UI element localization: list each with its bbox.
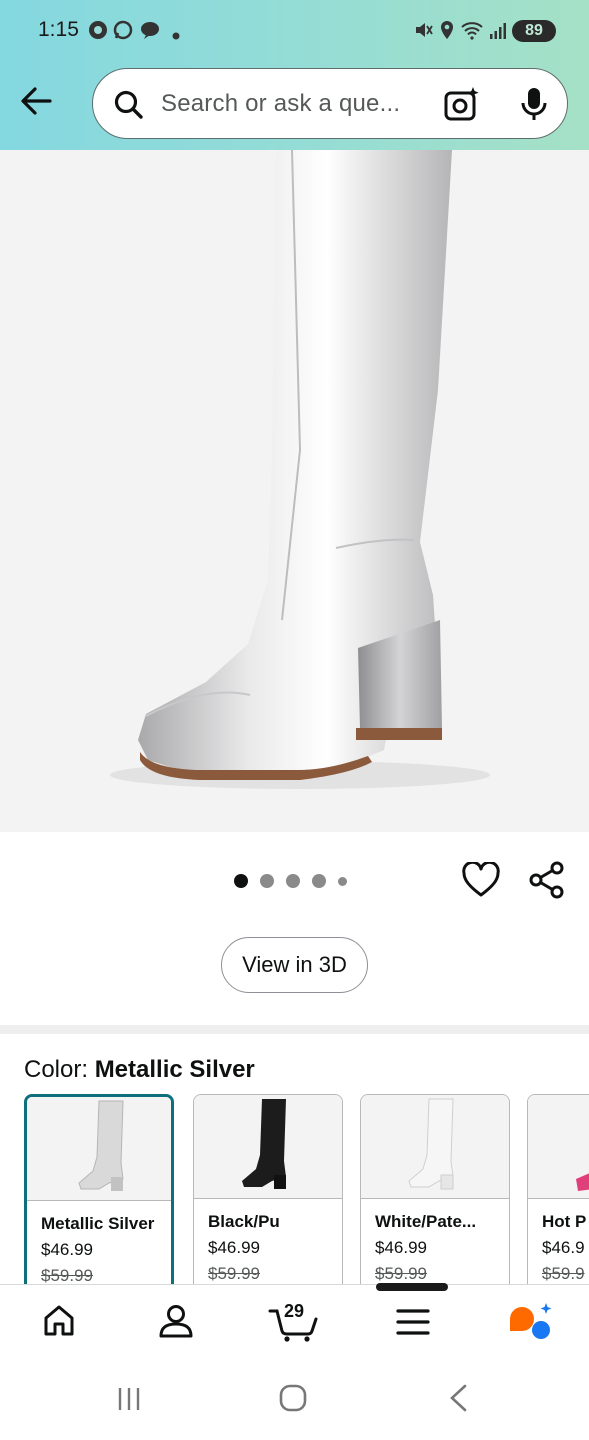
- color-swatch-metallic-silver[interactable]: Metallic Silver $46.99 $59.99: [24, 1094, 174, 1284]
- color-swatch-black-pu[interactable]: Black/Pu $46.99 $59.99: [193, 1094, 343, 1284]
- home-icon[interactable]: [42, 1303, 76, 1342]
- battery-indicator: 89: [512, 20, 556, 42]
- search-icon: [113, 89, 145, 126]
- wifi-icon: [460, 20, 484, 45]
- swatch-image: [194, 1095, 342, 1199]
- header: 1:15 89 Search or ask a que...: [0, 0, 589, 150]
- search-bar[interactable]: Search or ask a que...: [92, 68, 568, 139]
- swatch-image: [27, 1097, 171, 1201]
- carousel-dot: [234, 874, 248, 888]
- carousel-dot: [338, 876, 347, 886]
- color-label-prefix: Color:: [24, 1056, 95, 1083]
- swatch-name: Hot P: [542, 1212, 587, 1231]
- microphone-icon[interactable]: [519, 86, 549, 127]
- back-button[interactable]: [18, 82, 56, 120]
- swatch-list-price: $59.99: [208, 1264, 260, 1283]
- section-divider: [0, 1025, 589, 1034]
- color-label: Color: Metallic Silver: [24, 1056, 255, 1084]
- status-time: 1:15: [38, 18, 79, 41]
- carousel-dot: [286, 874, 300, 888]
- camera-lens-icon[interactable]: [443, 85, 481, 128]
- swatch-list-price: $59.9: [542, 1264, 585, 1283]
- share-button[interactable]: [528, 861, 566, 904]
- chrome-icon: [88, 20, 108, 45]
- boot-thumbnail: [408, 1098, 454, 1190]
- swatch-list-price: $59.99: [375, 1264, 427, 1283]
- carousel-dot: [260, 874, 274, 888]
- boot-thumbnail: [242, 1099, 286, 1189]
- swatch-list-price: $59.99: [41, 1266, 93, 1284]
- view-in-3d-button[interactable]: View in 3D: [221, 937, 368, 993]
- back-nav-icon[interactable]: [447, 1384, 469, 1417]
- recent-apps-icon[interactable]: [116, 1386, 142, 1417]
- silver-boot-image: [110, 150, 490, 789]
- selected-color-name: Metallic Silver: [94, 1056, 255, 1083]
- swatch-name: Metallic Silver: [41, 1214, 155, 1233]
- boot-thumbnail: [576, 1173, 589, 1191]
- swatch-name: Black/Pu: [208, 1212, 280, 1231]
- swatch-name: White/Pate...: [375, 1212, 477, 1231]
- home-button-icon[interactable]: [279, 1384, 307, 1417]
- whatsapp-icon: [113, 20, 133, 45]
- menu-icon[interactable]: [396, 1308, 430, 1341]
- color-swatch-hot-pink[interactable]: Hot P $46.9 $59.9: [527, 1094, 589, 1284]
- system-nav-bar: [0, 1364, 589, 1440]
- mute-icon: [413, 20, 433, 45]
- color-swatch-white-patent[interactable]: White/Pate... $46.99 $59.99: [360, 1094, 510, 1284]
- share-icon: [529, 861, 564, 899]
- swatch-price: $46.9: [542, 1238, 585, 1257]
- location-icon: [439, 20, 455, 45]
- notification-dot-icon: [172, 27, 180, 45]
- heart-icon: [462, 860, 500, 897]
- signal-icon: [488, 20, 508, 45]
- swatch-image: [528, 1095, 589, 1199]
- status-bar: 1:15 89: [0, 0, 589, 62]
- swatch-price: $46.99: [375, 1238, 427, 1257]
- account-icon[interactable]: [158, 1303, 194, 1344]
- carousel-dot: [312, 874, 326, 888]
- back-arrow-icon: [21, 87, 52, 115]
- sheet-handle[interactable]: [376, 1283, 448, 1291]
- wishlist-button[interactable]: [462, 860, 500, 903]
- color-swatch-list: Metallic Silver $46.99 $59.99 Black/Pu $…: [24, 1094, 589, 1284]
- cart-count-badge: 29: [284, 1301, 305, 1321]
- boot-thumbnail: [78, 1100, 124, 1191]
- image-carousel-indicator: [234, 874, 347, 888]
- rufus-icon[interactable]: [506, 1303, 554, 1346]
- swatch-image: [361, 1095, 509, 1199]
- product-image[interactable]: [0, 150, 589, 832]
- swatch-price: $46.99: [41, 1240, 93, 1259]
- chat-icon: [140, 20, 160, 45]
- search-input[interactable]: Search or ask a que...: [161, 90, 400, 118]
- swatch-price: $46.99: [208, 1238, 260, 1257]
